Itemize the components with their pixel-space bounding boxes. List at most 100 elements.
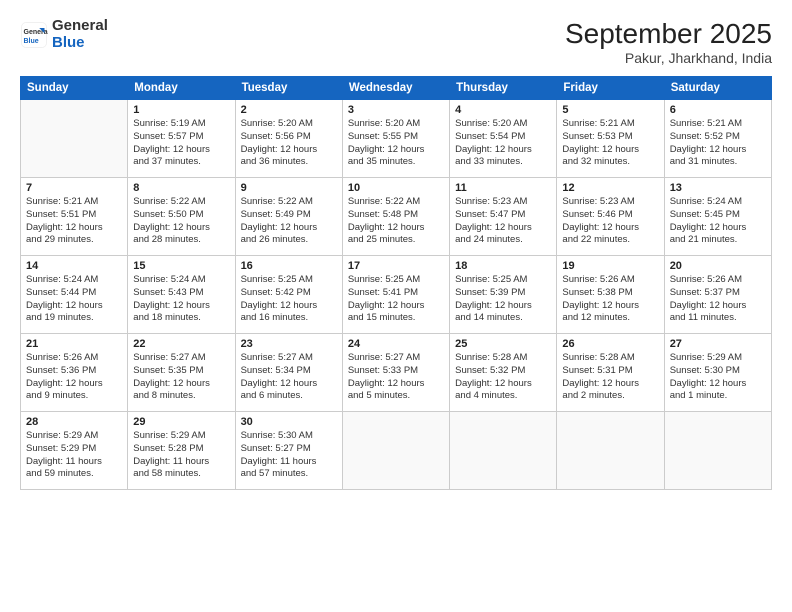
day-info: Sunrise: 5:29 AM Sunset: 5:28 PM Dayligh… (133, 430, 229, 481)
logo: General Blue General Blue (20, 18, 108, 51)
day-number: 29 (133, 416, 229, 428)
calendar-cell: 19Sunrise: 5:26 AM Sunset: 5:38 PM Dayli… (557, 256, 664, 334)
calendar-cell: 5Sunrise: 5:21 AM Sunset: 5:53 PM Daylig… (557, 100, 664, 178)
day-info: Sunrise: 5:21 AM Sunset: 5:52 PM Dayligh… (670, 118, 766, 169)
calendar-cell: 11 Sunrise: 5:23 AM Sunset: 5:47 PM Dayli… (450, 178, 557, 256)
week-row-2: 7Sunrise: 5:21 AM Sunset: 5:51 PM Daylig… (21, 178, 772, 256)
calendar-cell: 1Sunrise: 5:19 AM Sunset: 5:57 PM Daylig… (128, 100, 235, 178)
day-number: 18 (455, 260, 551, 272)
day-number: 9 (241, 182, 337, 194)
day-info: Sunrise: 5:23 AM Sunset: 5:47 PM Dayligh… (455, 196, 551, 247)
day-number: 27 (670, 338, 766, 350)
day-number: 6 (670, 104, 766, 116)
week-row-4: 21Sunrise: 5:26 AM Sunset: 5:36 PM Dayli… (21, 334, 772, 412)
weekday-header-monday: Monday (128, 77, 235, 100)
week-row-1: 1Sunrise: 5:19 AM Sunset: 5:57 PM Daylig… (21, 100, 772, 178)
calendar-cell: 6 Sunrise: 5:21 AM Sunset: 5:52 PM Daylig… (664, 100, 771, 178)
day-info: Sunrise: 5:20 AM Sunset: 5:56 PM Dayligh… (241, 118, 337, 169)
day-number: 2 (241, 104, 337, 116)
day-info: Sunrise: 5:27 AM Sunset: 5:33 PM Dayligh… (348, 352, 444, 403)
day-info: Sunrise: 5:26 AM Sunset: 5:37 PM Dayligh… (670, 274, 766, 325)
day-number: 16 (241, 260, 337, 272)
calendar-cell: 4 Sunrise: 5:20 AM Sunset: 5:54 PM Daylig… (450, 100, 557, 178)
logo-icon: General Blue (20, 21, 48, 49)
calendar-cell (342, 412, 449, 490)
calendar-cell: 15Sunrise: 5:24 AM Sunset: 5:43 PM Dayli… (128, 256, 235, 334)
day-info: Sunrise: 5:27 AM Sunset: 5:35 PM Dayligh… (133, 352, 229, 403)
calendar-cell: 17 Sunrise: 5:25 AM Sunset: 5:41 PM Dayli… (342, 256, 449, 334)
calendar-cell: 3Sunrise: 5:20 AM Sunset: 5:55 PM Daylig… (342, 100, 449, 178)
day-number: 28 (26, 416, 122, 428)
day-info: Sunrise: 5:27 AM Sunset: 5:34 PM Dayligh… (241, 352, 337, 403)
day-info: Sunrise: 5:28 AM Sunset: 5:31 PM Dayligh… (562, 352, 658, 403)
calendar-cell: 28Sunrise: 5:29 AM Sunset: 5:29 PM Dayli… (21, 412, 128, 490)
calendar-cell: 14 Sunrise: 5:24 AM Sunset: 5:44 PM Dayli… (21, 256, 128, 334)
calendar-cell: 13 Sunrise: 5:24 AM Sunset: 5:45 PM Dayli… (664, 178, 771, 256)
calendar-cell: 24 Sunrise: 5:27 AM Sunset: 5:33 PM Dayli… (342, 334, 449, 412)
weekday-header-wednesday: Wednesday (342, 77, 449, 100)
week-row-5: 28Sunrise: 5:29 AM Sunset: 5:29 PM Dayli… (21, 412, 772, 490)
day-number: 21 (26, 338, 122, 350)
day-info: Sunrise: 5:25 AM Sunset: 5:42 PM Dayligh… (241, 274, 337, 325)
calendar-cell: 20Sunrise: 5:26 AM Sunset: 5:37 PM Dayli… (664, 256, 771, 334)
day-info: Sunrise: 5:28 AM Sunset: 5:32 PM Dayligh… (455, 352, 551, 403)
logo-text: General Blue (52, 18, 108, 51)
day-info: Sunrise: 5:20 AM Sunset: 5:54 PM Dayligh… (455, 118, 551, 169)
calendar-cell: 12Sunrise: 5:23 AM Sunset: 5:46 PM Dayli… (557, 178, 664, 256)
page: General Blue General Blue September 2025… (0, 0, 792, 612)
calendar-cell: 21Sunrise: 5:26 AM Sunset: 5:36 PM Dayli… (21, 334, 128, 412)
day-number: 30 (241, 416, 337, 428)
day-info: Sunrise: 5:22 AM Sunset: 5:48 PM Dayligh… (348, 196, 444, 247)
day-info: Sunrise: 5:25 AM Sunset: 5:39 PM Dayligh… (455, 274, 551, 325)
calendar-cell: 22Sunrise: 5:27 AM Sunset: 5:35 PM Dayli… (128, 334, 235, 412)
day-number: 4 (455, 104, 551, 116)
day-info: Sunrise: 5:29 AM Sunset: 5:30 PM Dayligh… (670, 352, 766, 403)
calendar-cell: 18 Sunrise: 5:25 AM Sunset: 5:39 PM Dayli… (450, 256, 557, 334)
day-number: 11 (455, 182, 551, 194)
weekday-header-thursday: Thursday (450, 77, 557, 100)
calendar-cell: 16 Sunrise: 5:25 AM Sunset: 5:42 PM Dayli… (235, 256, 342, 334)
day-number: 17 (348, 260, 444, 272)
day-info: Sunrise: 5:24 AM Sunset: 5:45 PM Dayligh… (670, 196, 766, 247)
calendar-cell: 27 Sunrise: 5:29 AM Sunset: 5:30 PM Dayli… (664, 334, 771, 412)
weekday-header-tuesday: Tuesday (235, 77, 342, 100)
day-info: Sunrise: 5:22 AM Sunset: 5:49 PM Dayligh… (241, 196, 337, 247)
day-info: Sunrise: 5:22 AM Sunset: 5:50 PM Dayligh… (133, 196, 229, 247)
calendar-cell: 7Sunrise: 5:21 AM Sunset: 5:51 PM Daylig… (21, 178, 128, 256)
calendar-cell (664, 412, 771, 490)
calendar-cell (450, 412, 557, 490)
day-info: Sunrise: 5:24 AM Sunset: 5:44 PM Dayligh… (26, 274, 122, 325)
day-number: 23 (241, 338, 337, 350)
title-block: September 2025 Pakur, Jharkhand, India (565, 18, 772, 66)
day-info: Sunrise: 5:19 AM Sunset: 5:57 PM Dayligh… (133, 118, 229, 169)
calendar-cell: 30 Sunrise: 5:30 AM Sunset: 5:27 PM Dayli… (235, 412, 342, 490)
header: General Blue General Blue September 2025… (20, 18, 772, 66)
calendar-cell (21, 100, 128, 178)
calendar-cell: 8Sunrise: 5:22 AM Sunset: 5:50 PM Daylig… (128, 178, 235, 256)
day-info: Sunrise: 5:25 AM Sunset: 5:41 PM Dayligh… (348, 274, 444, 325)
day-number: 10 (348, 182, 444, 194)
calendar-cell: 9 Sunrise: 5:22 AM Sunset: 5:49 PM Daylig… (235, 178, 342, 256)
day-number: 14 (26, 260, 122, 272)
day-number: 24 (348, 338, 444, 350)
weekday-header-sunday: Sunday (21, 77, 128, 100)
calendar-cell: 2 Sunrise: 5:20 AM Sunset: 5:56 PM Daylig… (235, 100, 342, 178)
calendar-cell: 26 Sunrise: 5:28 AM Sunset: 5:31 PM Dayli… (557, 334, 664, 412)
day-number: 26 (562, 338, 658, 350)
logo-general-text: General (52, 18, 108, 35)
calendar-cell (557, 412, 664, 490)
location: Pakur, Jharkhand, India (565, 50, 772, 66)
day-number: 12 (562, 182, 658, 194)
calendar-cell: 25Sunrise: 5:28 AM Sunset: 5:32 PM Dayli… (450, 334, 557, 412)
day-info: Sunrise: 5:30 AM Sunset: 5:27 PM Dayligh… (241, 430, 337, 481)
weekday-header-saturday: Saturday (664, 77, 771, 100)
day-number: 19 (562, 260, 658, 272)
weekday-header-row: SundayMondayTuesdayWednesdayThursdayFrid… (21, 77, 772, 100)
calendar-table: SundayMondayTuesdayWednesdayThursdayFrid… (20, 76, 772, 490)
day-number: 13 (670, 182, 766, 194)
day-number: 7 (26, 182, 122, 194)
day-info: Sunrise: 5:20 AM Sunset: 5:55 PM Dayligh… (348, 118, 444, 169)
calendar-cell: 29 Sunrise: 5:29 AM Sunset: 5:28 PM Dayli… (128, 412, 235, 490)
calendar-cell: 23 Sunrise: 5:27 AM Sunset: 5:34 PM Dayli… (235, 334, 342, 412)
day-number: 15 (133, 260, 229, 272)
